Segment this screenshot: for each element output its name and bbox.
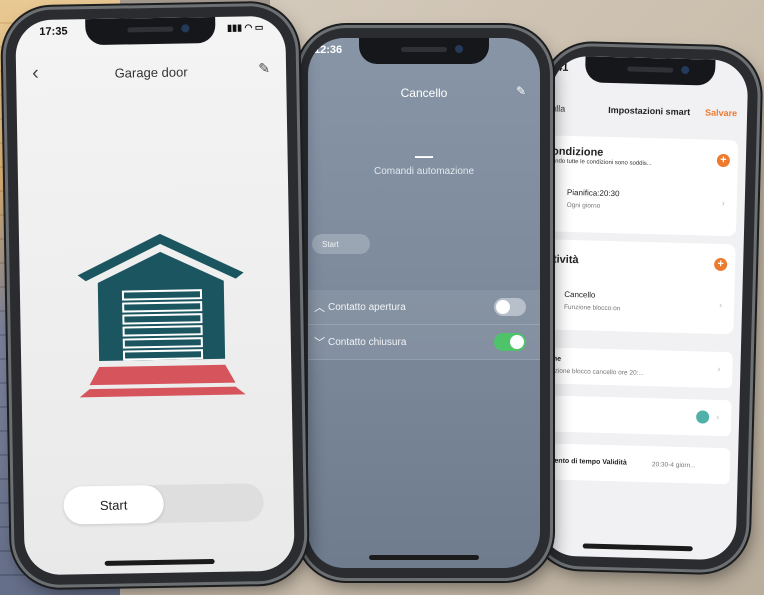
activity-card: ttività + Cancello Funzione blocco:on › — [545, 239, 736, 335]
phone1-notch — [85, 16, 216, 46]
phone-garage-door: 17:35 ▮▮▮ ◠ ▭ ‹ Garage door ✎ Start — [5, 5, 305, 586]
start-button[interactable]: Start — [63, 484, 164, 525]
row-contatto-apertura[interactable]: ︿ Contatto apertura — [308, 290, 540, 325]
phone2-screen: 12:36 Cancello ✎ — Comandi automazione S… — [308, 38, 540, 568]
device-title: Garage door — [114, 64, 188, 81]
phone3-header: ulla Impostazioni smart Salvare — [551, 103, 747, 128]
chevron-right-icon: › — [716, 411, 720, 422]
phone3-screen: 41 ulla Impostazioni smart Salvare ondiz… — [539, 55, 749, 561]
row-contatto-chiusura[interactable]: ﹀ Contatto chiusura — [308, 325, 540, 360]
name-row[interactable]: ome ivazione blocco cancello ore 20:... … — [543, 347, 733, 389]
condition-item-sub: Ogni giorno — [566, 201, 601, 210]
validity-row-value: 20:30-4 giorn... — [651, 461, 696, 470]
phone2-title: Cancello — [400, 86, 448, 100]
chevron-down-icon: ﹀ — [314, 337, 325, 349]
home-indicator — [369, 555, 479, 560]
save-button[interactable]: Salvare — [705, 107, 737, 118]
row-label: Contatto chiusura — [328, 336, 407, 348]
start-slider[interactable]: Start — [63, 483, 264, 525]
activity-title: ttività — [549, 253, 579, 267]
condition-title: ondizione — [551, 145, 604, 159]
garage-door-icon — [77, 233, 246, 398]
chevron-right-icon: › — [721, 197, 725, 209]
scene-dash: — — [415, 146, 433, 166]
phone3-time: 41 — [556, 61, 569, 74]
row-label: Contatto apertura — [328, 301, 406, 313]
home-indicator — [104, 558, 215, 566]
phone1-time: 17:35 — [39, 25, 68, 38]
phone2-time: 12:36 — [314, 44, 343, 56]
validity-row[interactable]: gmento di tempo Validità 20:30-4 giorn..… — [541, 443, 731, 485]
activity-item-title[interactable]: Cancello — [564, 290, 595, 300]
condition-card: ondizione ando tutte le condizioni sono … — [547, 135, 739, 237]
status-icons: ▮▮▮ ◠ ▭ — [227, 22, 264, 33]
phone1-header: ‹ Garage door ✎ — [16, 54, 286, 89]
home-indicator — [582, 543, 693, 552]
phone2-notch — [359, 38, 489, 64]
chevron-right-icon: › — [717, 363, 721, 374]
phone-smart-settings: 41 ulla Impostazioni smart Salvare ondiz… — [533, 45, 759, 571]
edit-icon[interactable]: ✎ — [258, 60, 270, 77]
start-button[interactable]: Start — [312, 234, 370, 254]
phone1-screen: 17:35 ▮▮▮ ◠ ▭ ‹ Garage door ✎ Start — [15, 15, 295, 576]
chevron-up-icon: ︿ — [314, 302, 325, 314]
activity-item-sub: Funzione blocco:on — [563, 303, 621, 313]
condition-item-title[interactable]: Pianifica:20:30 — [567, 188, 620, 198]
toggle-chiusura[interactable] — [494, 333, 526, 351]
edit-icon[interactable]: ✎ — [516, 84, 526, 98]
color-swatch — [695, 410, 710, 424]
color-row[interactable]: ile › — [542, 395, 732, 437]
automation-commands-label: Comandi automazione — [373, 166, 475, 177]
validity-row-title: gmento di tempo Validità — [543, 457, 627, 467]
name-row-value: ivazione blocco cancello ore 20:... — [546, 367, 644, 377]
condition-subtitle[interactable]: ando tutte le condizioni sono soddis... — [552, 158, 652, 167]
phone3-notch — [584, 56, 716, 86]
schedule-icon — [550, 199, 555, 204]
add-activity-icon[interactable]: + — [713, 257, 728, 272]
toggle-apertura[interactable] — [494, 298, 526, 316]
add-condition-icon[interactable]: + — [716, 153, 731, 168]
chevron-right-icon: › — [718, 299, 723, 310]
phone-automation: 12:36 Cancello ✎ — Comandi automazione S… — [300, 28, 550, 578]
